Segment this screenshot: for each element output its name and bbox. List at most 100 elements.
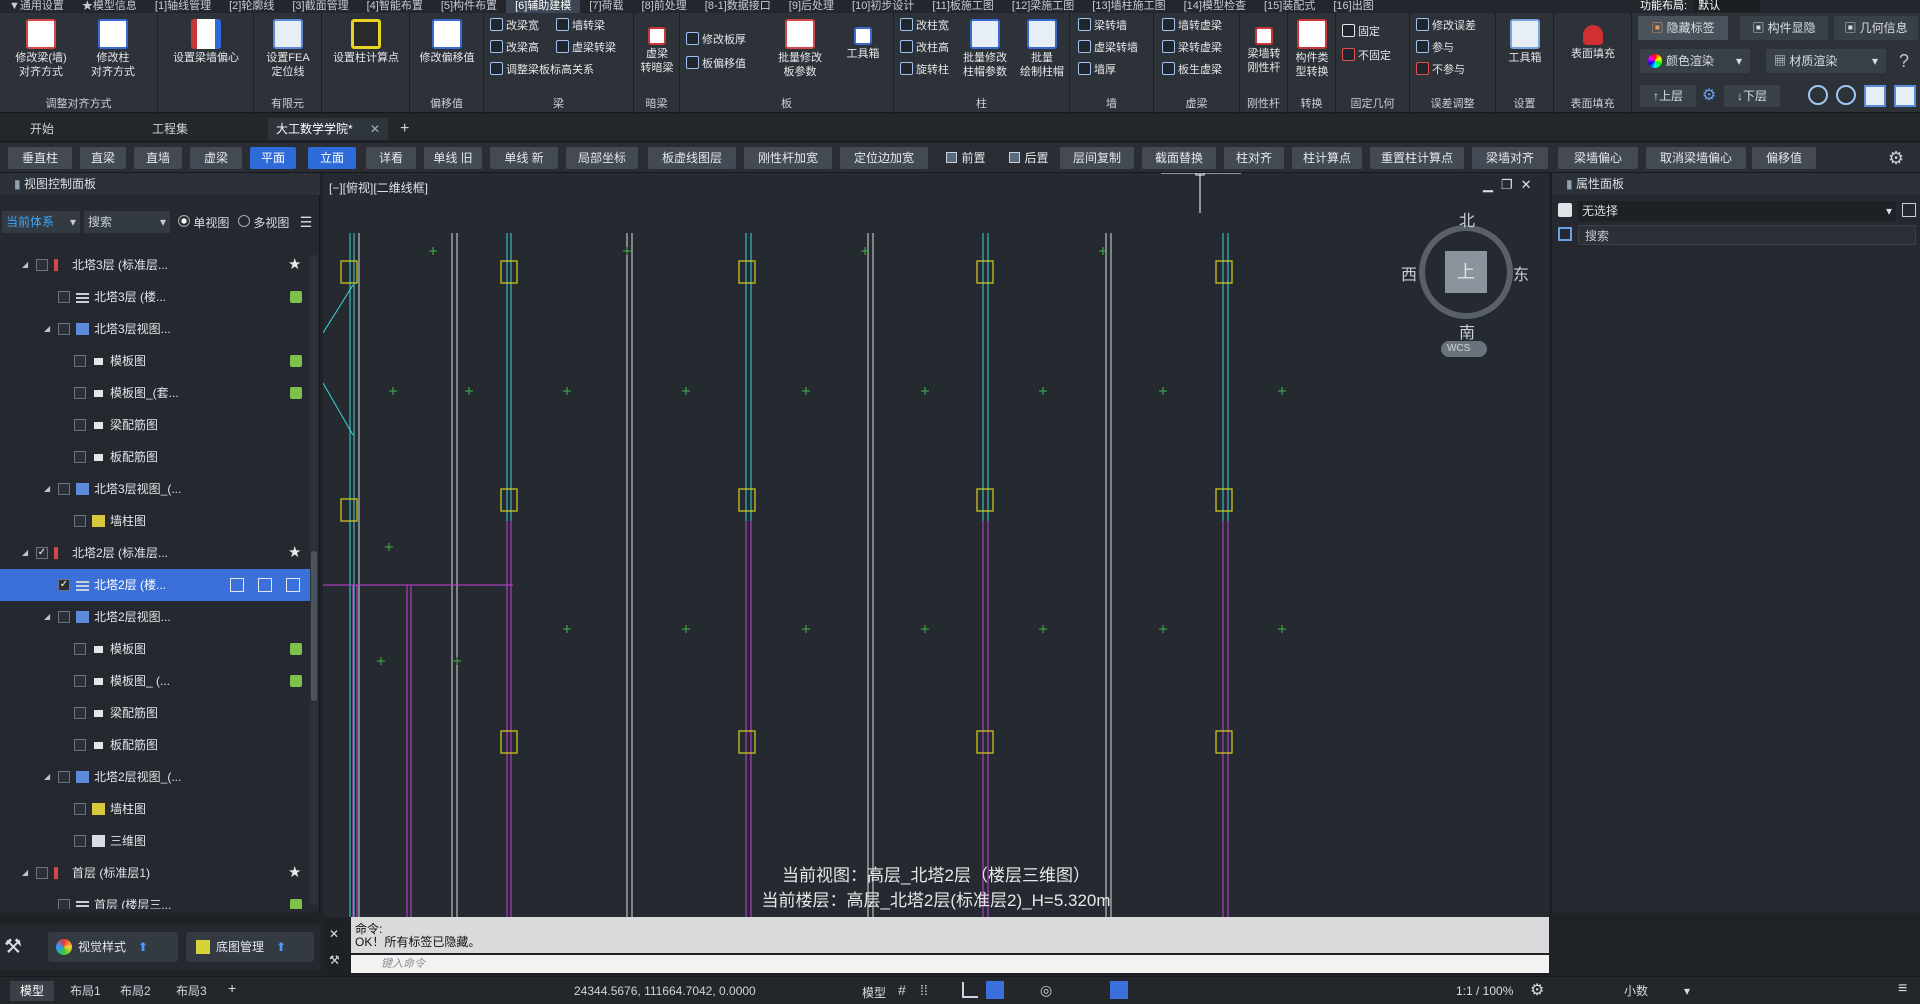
batch-draw-cap-button[interactable]: 批量 绘制柱帽: [1016, 19, 1068, 79]
modify-error-button[interactable]: 修改误差: [1416, 17, 1476, 35]
toolbar-button[interactable]: 平面: [250, 147, 296, 169]
tree-item[interactable]: 北塔3层 (楼...: [0, 281, 310, 313]
tree-item[interactable]: 梁配筋图: [0, 409, 310, 441]
checkbox-icon[interactable]: [74, 451, 86, 463]
beam-to-virtual-beam-button[interactable]: 梁转虚梁: [1162, 39, 1222, 57]
unfix-button[interactable]: 不固定: [1342, 47, 1391, 65]
checkbox-icon[interactable]: [74, 739, 86, 751]
checkbox-icon[interactable]: [74, 515, 86, 527]
column-rect[interactable]: [976, 488, 994, 512]
fix-button[interactable]: 固定: [1342, 23, 1380, 41]
tools-wrench-icon[interactable]: ⚒: [4, 934, 32, 962]
column-rect[interactable]: [500, 260, 518, 284]
close-icon[interactable]: ✕: [370, 118, 380, 140]
drawing-canvas[interactable]: [−][俯视][二维线框] ▁❐✕ 当前视图：高层_北塔2层（楼层三维图） 当前…: [323, 173, 1549, 917]
participate-button[interactable]: 参与: [1416, 39, 1454, 57]
zoom-window-icon[interactable]: [1894, 85, 1916, 107]
floor-settings-gear-icon[interactable]: ⚙: [1698, 85, 1720, 107]
column-rect[interactable]: [1215, 730, 1233, 754]
tree-item[interactable]: ◢ 北塔3层视图...: [0, 313, 310, 345]
menu-item[interactable]: [5]构件布置: [432, 0, 506, 13]
menu-item[interactable]: [11]板施工图: [923, 0, 1003, 13]
slab-generate-virtual-beam-button[interactable]: 板生虚梁: [1162, 61, 1222, 79]
tab-start[interactable]: 开始: [30, 118, 54, 140]
multi-view-radio[interactable]: 多视图: [238, 214, 289, 231]
toolbar-button[interactable]: 前置: [936, 147, 996, 169]
expand-triangle-icon[interactable]: ◢: [44, 313, 50, 345]
coordinate-system-select[interactable]: 当前体系 ▾: [2, 211, 80, 233]
layout-tab[interactable]: 模型: [10, 981, 55, 1001]
tree-item[interactable]: 模板图_ (...: [0, 665, 310, 697]
slab-offset-button[interactable]: 板偏移值: [686, 55, 746, 73]
command-wrench-icon[interactable]: ⚒: [329, 953, 340, 967]
menu-item[interactable]: [14]模型检查: [1175, 0, 1255, 13]
tree-item[interactable]: 模板图: [0, 345, 310, 377]
tree-item[interactable]: ✓ 北塔2层 (楼...: [0, 569, 310, 601]
column-rect[interactable]: [500, 488, 518, 512]
toolbar-button[interactable]: 立面: [308, 147, 356, 169]
checkbox-icon[interactable]: [58, 611, 70, 623]
customize-icon[interactable]: ≡: [1898, 980, 1907, 998]
toolbar-button[interactable]: 板虚线图层: [648, 147, 736, 169]
tree-item[interactable]: 梁配筋图: [0, 697, 310, 729]
toolbar-button[interactable]: 取消梁墙偏心: [1646, 147, 1746, 169]
toolbar-button[interactable]: 直墙: [134, 147, 182, 169]
toolbar-button[interactable]: 梁墙偏心: [1558, 147, 1638, 169]
change-beam-width-button[interactable]: 改梁宽: [490, 17, 539, 35]
command-input[interactable]: 键入命令: [351, 955, 1549, 973]
toolbar-button[interactable]: 刚性杆加宽: [744, 147, 832, 169]
checkbox-icon[interactable]: [74, 675, 86, 687]
toolbar-button[interactable]: 详看: [366, 147, 416, 169]
beam-line[interactable]: [323, 173, 1549, 233]
toolbar-button[interactable]: 单线 旧: [424, 147, 482, 169]
help-icon[interactable]: ?: [1892, 49, 1916, 73]
command-close-icon[interactable]: ✕: [329, 927, 339, 941]
menu-item[interactable]: [2]轮廓线: [220, 0, 283, 13]
set-column-calc-point-button[interactable]: 设置柱计算点: [326, 19, 406, 65]
expand-triangle-icon[interactable]: ◢: [44, 761, 50, 793]
column-rect[interactable]: [738, 260, 756, 284]
layout-tab[interactable]: 布局1: [60, 981, 111, 1001]
menu-item[interactable]: ★模型信息: [73, 0, 146, 13]
modify-beam-align-button[interactable]: 修改梁(墙) 对齐方式: [8, 19, 74, 79]
tree-scrollbar[interactable]: [310, 255, 318, 905]
column-rect[interactable]: [340, 498, 358, 522]
wcs-badge[interactable]: WCS: [1441, 341, 1487, 357]
star-icon[interactable]: ★: [288, 249, 301, 281]
doc-icon[interactable]: [286, 578, 300, 592]
tree-item[interactable]: 模板图_(套...: [0, 377, 310, 409]
view-cube-top[interactable]: 上: [1445, 251, 1487, 293]
tree-item[interactable]: 模板图: [0, 633, 310, 665]
checkbox-icon[interactable]: [74, 355, 86, 367]
modify-slab-thickness-button[interactable]: 修改板厚: [686, 31, 746, 49]
beam-wall-to-rigid-button[interactable]: 梁墙转 刚性杆: [1242, 27, 1286, 75]
toolbar-button[interactable]: 虚梁: [190, 147, 242, 169]
virtual-to-hidden-beam-button[interactable]: 虚梁 转暗梁: [636, 27, 678, 75]
modify-column-align-button[interactable]: 修改柱 对齐方式: [80, 19, 146, 79]
beam-line[interactable]: [323, 173, 513, 585]
expand-triangle-icon[interactable]: ◢: [22, 249, 28, 281]
model-space-toggle[interactable]: 模型: [862, 984, 886, 1001]
expand-triangle-icon[interactable]: ◢: [22, 857, 28, 889]
material-render-select[interactable]: ▦ 材质渲染 ▾: [1766, 49, 1886, 73]
ortho-icon[interactable]: [962, 982, 978, 998]
settings-gear-icon[interactable]: ⚙: [1530, 980, 1544, 1000]
brace-line[interactable]: [323, 284, 354, 334]
column-rect[interactable]: [340, 260, 358, 284]
change-column-height-button[interactable]: 改柱高: [900, 39, 949, 57]
toolbar-button[interactable]: 垂直柱: [8, 147, 72, 169]
column-rect[interactable]: [976, 730, 994, 754]
not-participate-button[interactable]: 不参与: [1416, 61, 1465, 79]
menu-item[interactable]: [8]前处理: [633, 0, 696, 13]
menu-item[interactable]: ▼通用设置: [0, 0, 73, 13]
checkbox-icon[interactable]: [58, 323, 70, 335]
tree-item[interactable]: 三维图: [0, 825, 310, 857]
tree-item[interactable]: ◢ 北塔3层视图_(...: [0, 473, 310, 505]
toolbar-button[interactable]: 重置柱计算点: [1370, 147, 1464, 169]
column-rect[interactable]: [976, 260, 994, 284]
beam-line[interactable]: [323, 173, 513, 577]
star-icon[interactable]: ★: [288, 537, 301, 569]
wall-to-virtual-beam-button[interactable]: 墙转虚梁: [1162, 17, 1222, 35]
brace-line[interactable]: [323, 382, 354, 436]
checkbox-checked-icon[interactable]: ✓: [36, 547, 48, 559]
